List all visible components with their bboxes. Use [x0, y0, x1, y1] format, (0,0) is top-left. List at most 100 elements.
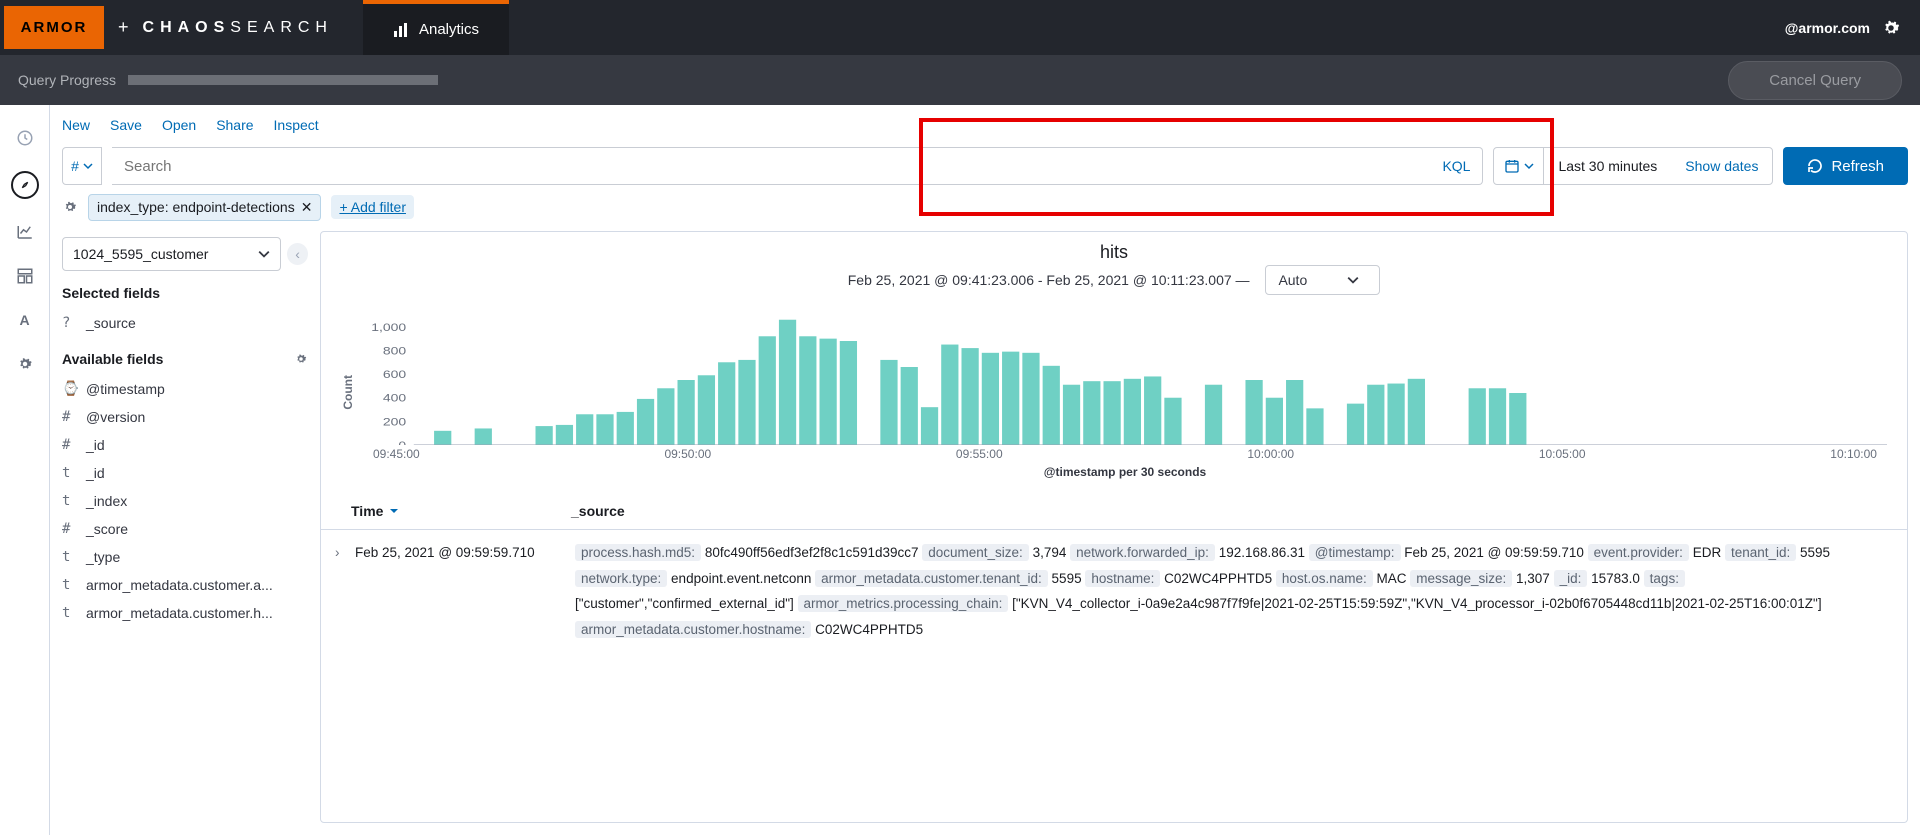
field-item[interactable]: t _type — [62, 543, 308, 571]
action-menu: New Save Open Share Inspect — [50, 105, 1920, 145]
column-source[interactable]: _source — [571, 503, 625, 519]
field-key: message_size: — [1410, 570, 1512, 587]
field-type-icon: # — [62, 521, 76, 537]
field-key: tenant_id: — [1725, 544, 1796, 561]
query-progress-bar: Query Progress Cancel Query — [0, 55, 1920, 105]
field-name: _score — [86, 521, 128, 537]
field-type-icon: ⌚ — [62, 381, 76, 397]
chevron-down-icon — [1524, 161, 1534, 171]
letter-a-icon[interactable]: A — [14, 309, 36, 331]
refresh-label: Refresh — [1831, 158, 1884, 175]
field-key: network.type: — [575, 570, 667, 587]
open-link[interactable]: Open — [162, 117, 196, 133]
save-link[interactable]: Save — [110, 117, 142, 133]
svg-text:800: 800 — [383, 345, 406, 357]
left-rail: A — [0, 105, 50, 835]
show-dates-link[interactable]: Show dates — [1671, 158, 1772, 174]
topbar: ARMOR + CHAOSSEARCH Analytics @armor.com — [0, 0, 1920, 55]
filter-chip-label: index_type: endpoint-detections — [97, 199, 295, 215]
calendar-icon — [1504, 158, 1520, 174]
field-key: process.hash.md5: — [575, 544, 701, 561]
settings-gear-icon[interactable] — [14, 353, 36, 375]
chevron-down-icon — [83, 161, 93, 171]
svg-text:400: 400 — [383, 392, 406, 404]
refresh-button[interactable]: Refresh — [1783, 147, 1908, 185]
kql-toggle[interactable]: KQL — [1442, 158, 1470, 174]
sort-down-icon — [389, 506, 399, 516]
close-icon[interactable]: ✕ — [301, 199, 313, 216]
inspect-link[interactable]: Inspect — [274, 117, 319, 133]
field-name: _type — [86, 549, 120, 565]
interval-select[interactable]: Auto — [1265, 265, 1380, 295]
calendar-button[interactable] — [1494, 148, 1544, 184]
field-item[interactable]: t_index — [62, 487, 308, 515]
field-key: document_size: — [922, 544, 1029, 561]
field-item[interactable]: tarmor_metadata.customer.h... — [62, 599, 308, 627]
filter-language-button[interactable]: # — [62, 147, 102, 185]
expand-row-button[interactable]: › — [335, 540, 355, 643]
field-item[interactable]: t_id — [62, 459, 308, 487]
add-filter-link[interactable]: + Add filter — [331, 195, 414, 219]
hash-icon: # — [71, 158, 79, 174]
tab-analytics[interactable]: Analytics — [363, 0, 509, 55]
cancel-query-button[interactable]: Cancel Query — [1728, 61, 1902, 100]
y-axis-label: Count — [341, 375, 355, 410]
svg-text:600: 600 — [383, 368, 406, 380]
field-type-icon: t — [62, 493, 76, 509]
field-item[interactable]: tarmor_metadata.customer.a... — [62, 571, 308, 599]
field-name: _id — [86, 437, 105, 453]
search-box: KQL — [112, 147, 1483, 185]
field-item[interactable]: #_id — [62, 431, 308, 459]
doc-timestamp: Feb 25, 2021 @ 09:59:59.710 — [355, 540, 575, 643]
share-link[interactable]: Share — [216, 117, 253, 133]
field-name: @timestamp — [86, 381, 165, 397]
time-range-label[interactable]: Last 30 minutes — [1544, 158, 1671, 174]
brand-chaossearch-logo: CHAOSSEARCH — [143, 19, 333, 37]
hits-range: Feb 25, 2021 @ 09:41:23.006 - Feb 25, 20… — [321, 265, 1907, 295]
brand-armor-logo: ARMOR — [4, 6, 104, 49]
field-type-icon: # — [62, 409, 76, 425]
field-key: network.forwarded_ip: — [1070, 544, 1215, 561]
fields-gear-icon[interactable] — [294, 352, 308, 366]
field-type-icon: t — [62, 549, 76, 565]
histogram-chart: 02004006008001,000 — [363, 305, 1887, 445]
chevron-down-icon — [258, 248, 270, 260]
index-pattern-select[interactable]: 1024_5595_customer — [62, 237, 281, 271]
time-picker: Last 30 minutes Show dates — [1493, 147, 1773, 185]
field-type-icon: ? — [62, 315, 76, 331]
field-key: @timestamp: — [1309, 544, 1401, 561]
field-item[interactable]: # _score — [62, 515, 308, 543]
gear-icon[interactable] — [1880, 17, 1902, 39]
bar-chart-icon — [393, 22, 409, 38]
filter-bar: index_type: endpoint-detections ✕ + Add … — [50, 187, 1920, 227]
compass-icon[interactable] — [11, 171, 39, 199]
new-link[interactable]: New — [62, 117, 90, 133]
field-item[interactable]: ⌚ @timestamp — [62, 375, 308, 403]
field-key: armor_metrics.processing_chain: — [798, 595, 1009, 612]
progress-track — [128, 75, 438, 85]
plus-icon: + — [118, 17, 129, 38]
clock-icon[interactable] — [14, 127, 36, 149]
search-bar-row: # KQL Last 30 minutes Show dates Refresh — [50, 145, 1920, 187]
field-key: host.os.name: — [1276, 570, 1373, 587]
index-pattern-label: 1024_5595_customer — [73, 246, 208, 262]
user-domain-label: @armor.com — [1785, 20, 1870, 36]
hits-title: hits — [321, 232, 1907, 265]
dashboard-icon[interactable] — [14, 265, 36, 287]
field-key: tags: — [1644, 570, 1685, 587]
field-key: _id: — [1554, 570, 1588, 587]
field-item[interactable]: #@version — [62, 403, 308, 431]
field-name: armor_metadata.customer.a... — [86, 577, 273, 593]
line-chart-icon[interactable] — [14, 221, 36, 243]
filter-chip[interactable]: index_type: endpoint-detections ✕ — [88, 194, 321, 221]
filter-settings-icon[interactable] — [62, 199, 78, 215]
svg-text:1,000: 1,000 — [371, 321, 406, 333]
collapse-sidebar-button[interactable]: ‹ — [287, 243, 308, 265]
field-item[interactable]: ?_source — [62, 309, 308, 337]
field-type-icon: t — [62, 465, 76, 481]
search-input[interactable] — [124, 158, 1470, 175]
column-time[interactable]: Time — [351, 503, 571, 519]
svg-text:0: 0 — [398, 439, 406, 445]
field-key: armor_metadata.customer.hostname: — [575, 621, 811, 638]
results-panel: hits Feb 25, 2021 @ 09:41:23.006 - Feb 2… — [320, 231, 1908, 823]
